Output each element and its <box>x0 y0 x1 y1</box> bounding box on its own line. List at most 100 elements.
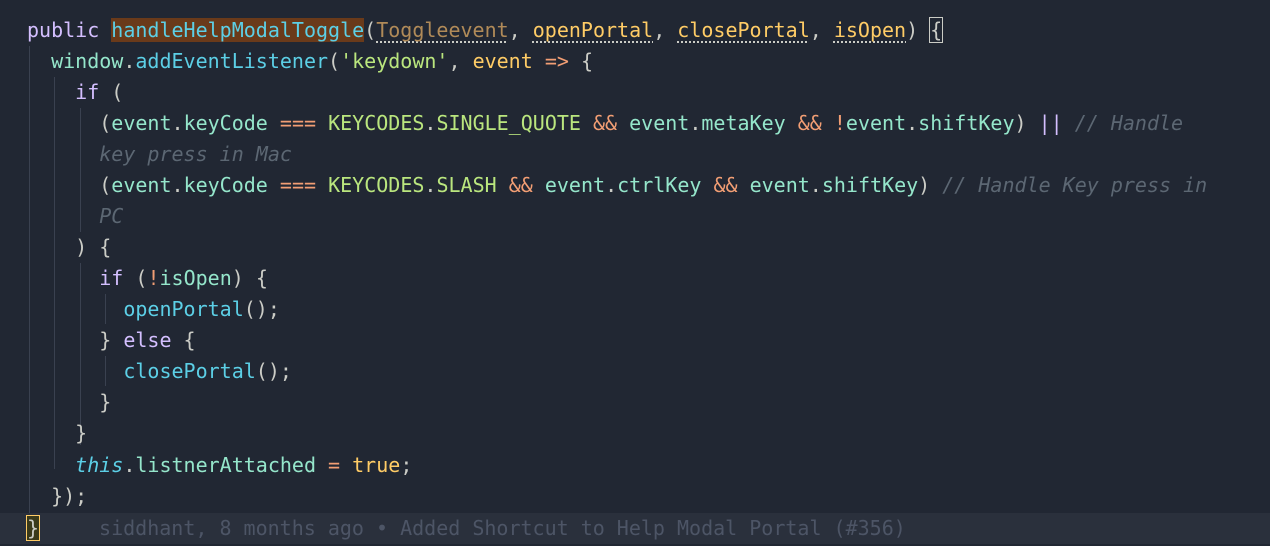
code-token: openPortal <box>532 18 654 42</box>
code-token: event <box>845 111 907 135</box>
code-token: SINGLE_QUOTE <box>436 111 581 135</box>
code-text: } <box>27 418 87 449</box>
code-text: PC <box>27 201 123 232</box>
code-token: true <box>352 453 401 477</box>
code-token: openPortal <box>123 297 244 321</box>
code-token: { <box>580 49 593 73</box>
code-line[interactable]: public handleHelpModalToggle(Toggleevent… <box>0 15 1270 46</box>
code-token: event <box>111 111 172 135</box>
code-token: && <box>701 173 750 197</box>
code-token: , <box>809 18 834 42</box>
code-token: event <box>111 173 172 197</box>
code-token: } <box>99 328 124 352</box>
code-text: public handleHelpModalToggle(Toggleevent… <box>27 15 944 46</box>
code-line[interactable]: ) { <box>0 232 1270 263</box>
code-token: . <box>906 111 919 135</box>
code-token: key press in Mac <box>99 142 292 166</box>
code-line[interactable]: }); <box>0 481 1270 512</box>
code-token: ( <box>99 111 112 135</box>
code-line[interactable]: this.listnerAttached = true; <box>0 450 1270 481</box>
code-token: shiftKey <box>918 111 1015 135</box>
code-token: window <box>51 49 124 73</box>
code-line[interactable]: (event.keyCode === KEYCODES.SLASH && eve… <box>0 170 1270 201</box>
code-token: } <box>99 390 112 414</box>
code-token: event <box>544 173 606 197</box>
code-token: ) { <box>75 235 112 259</box>
code-token: isOpen <box>159 266 232 290</box>
code-token: } <box>75 421 88 445</box>
code-token: = <box>316 453 353 477</box>
code-token: KEYCODES <box>328 173 425 197</box>
code-token: shiftKey <box>821 173 919 197</box>
code-token: public <box>27 18 112 42</box>
code-token: 'keydown' <box>340 49 449 73</box>
code-line[interactable]: } <box>0 418 1270 449</box>
code-token: event <box>629 111 690 135</box>
code-line-current[interactable]: } siddhant, 8 months ago • Added Shortcut… <box>0 513 1270 544</box>
code-token: . <box>424 173 437 197</box>
code-token: Toggleevent <box>376 18 509 42</box>
code-token: event <box>749 173 810 197</box>
code-token: addEventListener <box>135 49 329 73</box>
code-token: , <box>448 49 473 73</box>
code-token: && <box>580 111 630 135</box>
code-line[interactable]: closePortal(); <box>0 356 1270 387</box>
code-line[interactable]: } else { <box>0 325 1270 356</box>
code-token: ( <box>99 80 124 104</box>
code-line[interactable]: if ( <box>0 77 1270 108</box>
code-token: && <box>496 173 545 197</box>
code-text: ) { <box>27 232 111 263</box>
code-token: SLASH <box>436 173 497 197</box>
code-line[interactable]: if (!isOpen) { <box>0 263 1270 294</box>
code-token: ! <box>147 266 160 290</box>
code-text: key press in Mac <box>27 139 292 170</box>
code-line[interactable]: window.addEventListener('keydown', event… <box>0 46 1270 77</box>
code-text: if ( <box>27 77 123 108</box>
code-token: keyCode <box>183 111 268 135</box>
code-token: closePortal <box>677 18 810 42</box>
git-blame-annotation: siddhant, 8 months ago • Added Shortcut … <box>99 516 906 540</box>
code-editor[interactable]: public handleHelpModalToggle(Toggleevent… <box>0 0 1270 546</box>
code-token: . <box>809 173 822 197</box>
code-token: . <box>605 173 618 197</box>
code-token: , <box>508 18 533 42</box>
code-token: && <box>785 111 834 135</box>
code-token: keyCode <box>183 173 268 197</box>
code-token: ! <box>833 111 846 135</box>
code-line[interactable]: openPortal(); <box>0 294 1270 325</box>
code-token: ctrlKey <box>617 173 702 197</box>
code-token: if <box>75 80 100 104</box>
code-text: } else { <box>27 325 195 356</box>
code-text: openPortal(); <box>27 294 280 325</box>
code-token: PC <box>99 204 124 228</box>
code-token: closePortal <box>123 359 256 383</box>
code-text: if (!isOpen) { <box>27 263 268 294</box>
code-token: ( <box>123 266 148 290</box>
code-line[interactable]: key press in Mac <box>0 139 1270 170</box>
code-line[interactable]: } <box>0 387 1270 418</box>
code-line[interactable]: PC <box>0 201 1270 232</box>
code-token: (); <box>255 359 292 383</box>
code-token: === <box>267 111 329 135</box>
code-token: , <box>653 18 678 42</box>
code-token: ) <box>906 18 931 42</box>
code-line[interactable]: (event.keyCode === KEYCODES.SINGLE_QUOTE… <box>0 108 1270 139</box>
code-text: } siddhant, 8 months ago • Added Shortcut… <box>25 513 906 544</box>
code-text: } <box>27 387 111 418</box>
code-token: // Handle <box>1062 111 1184 135</box>
code-token: ; <box>400 453 413 477</box>
code-token: === <box>267 173 329 197</box>
code-token: metaKey <box>701 111 786 135</box>
code-text: (event.keyCode === KEYCODES.SLASH && eve… <box>27 170 1207 201</box>
